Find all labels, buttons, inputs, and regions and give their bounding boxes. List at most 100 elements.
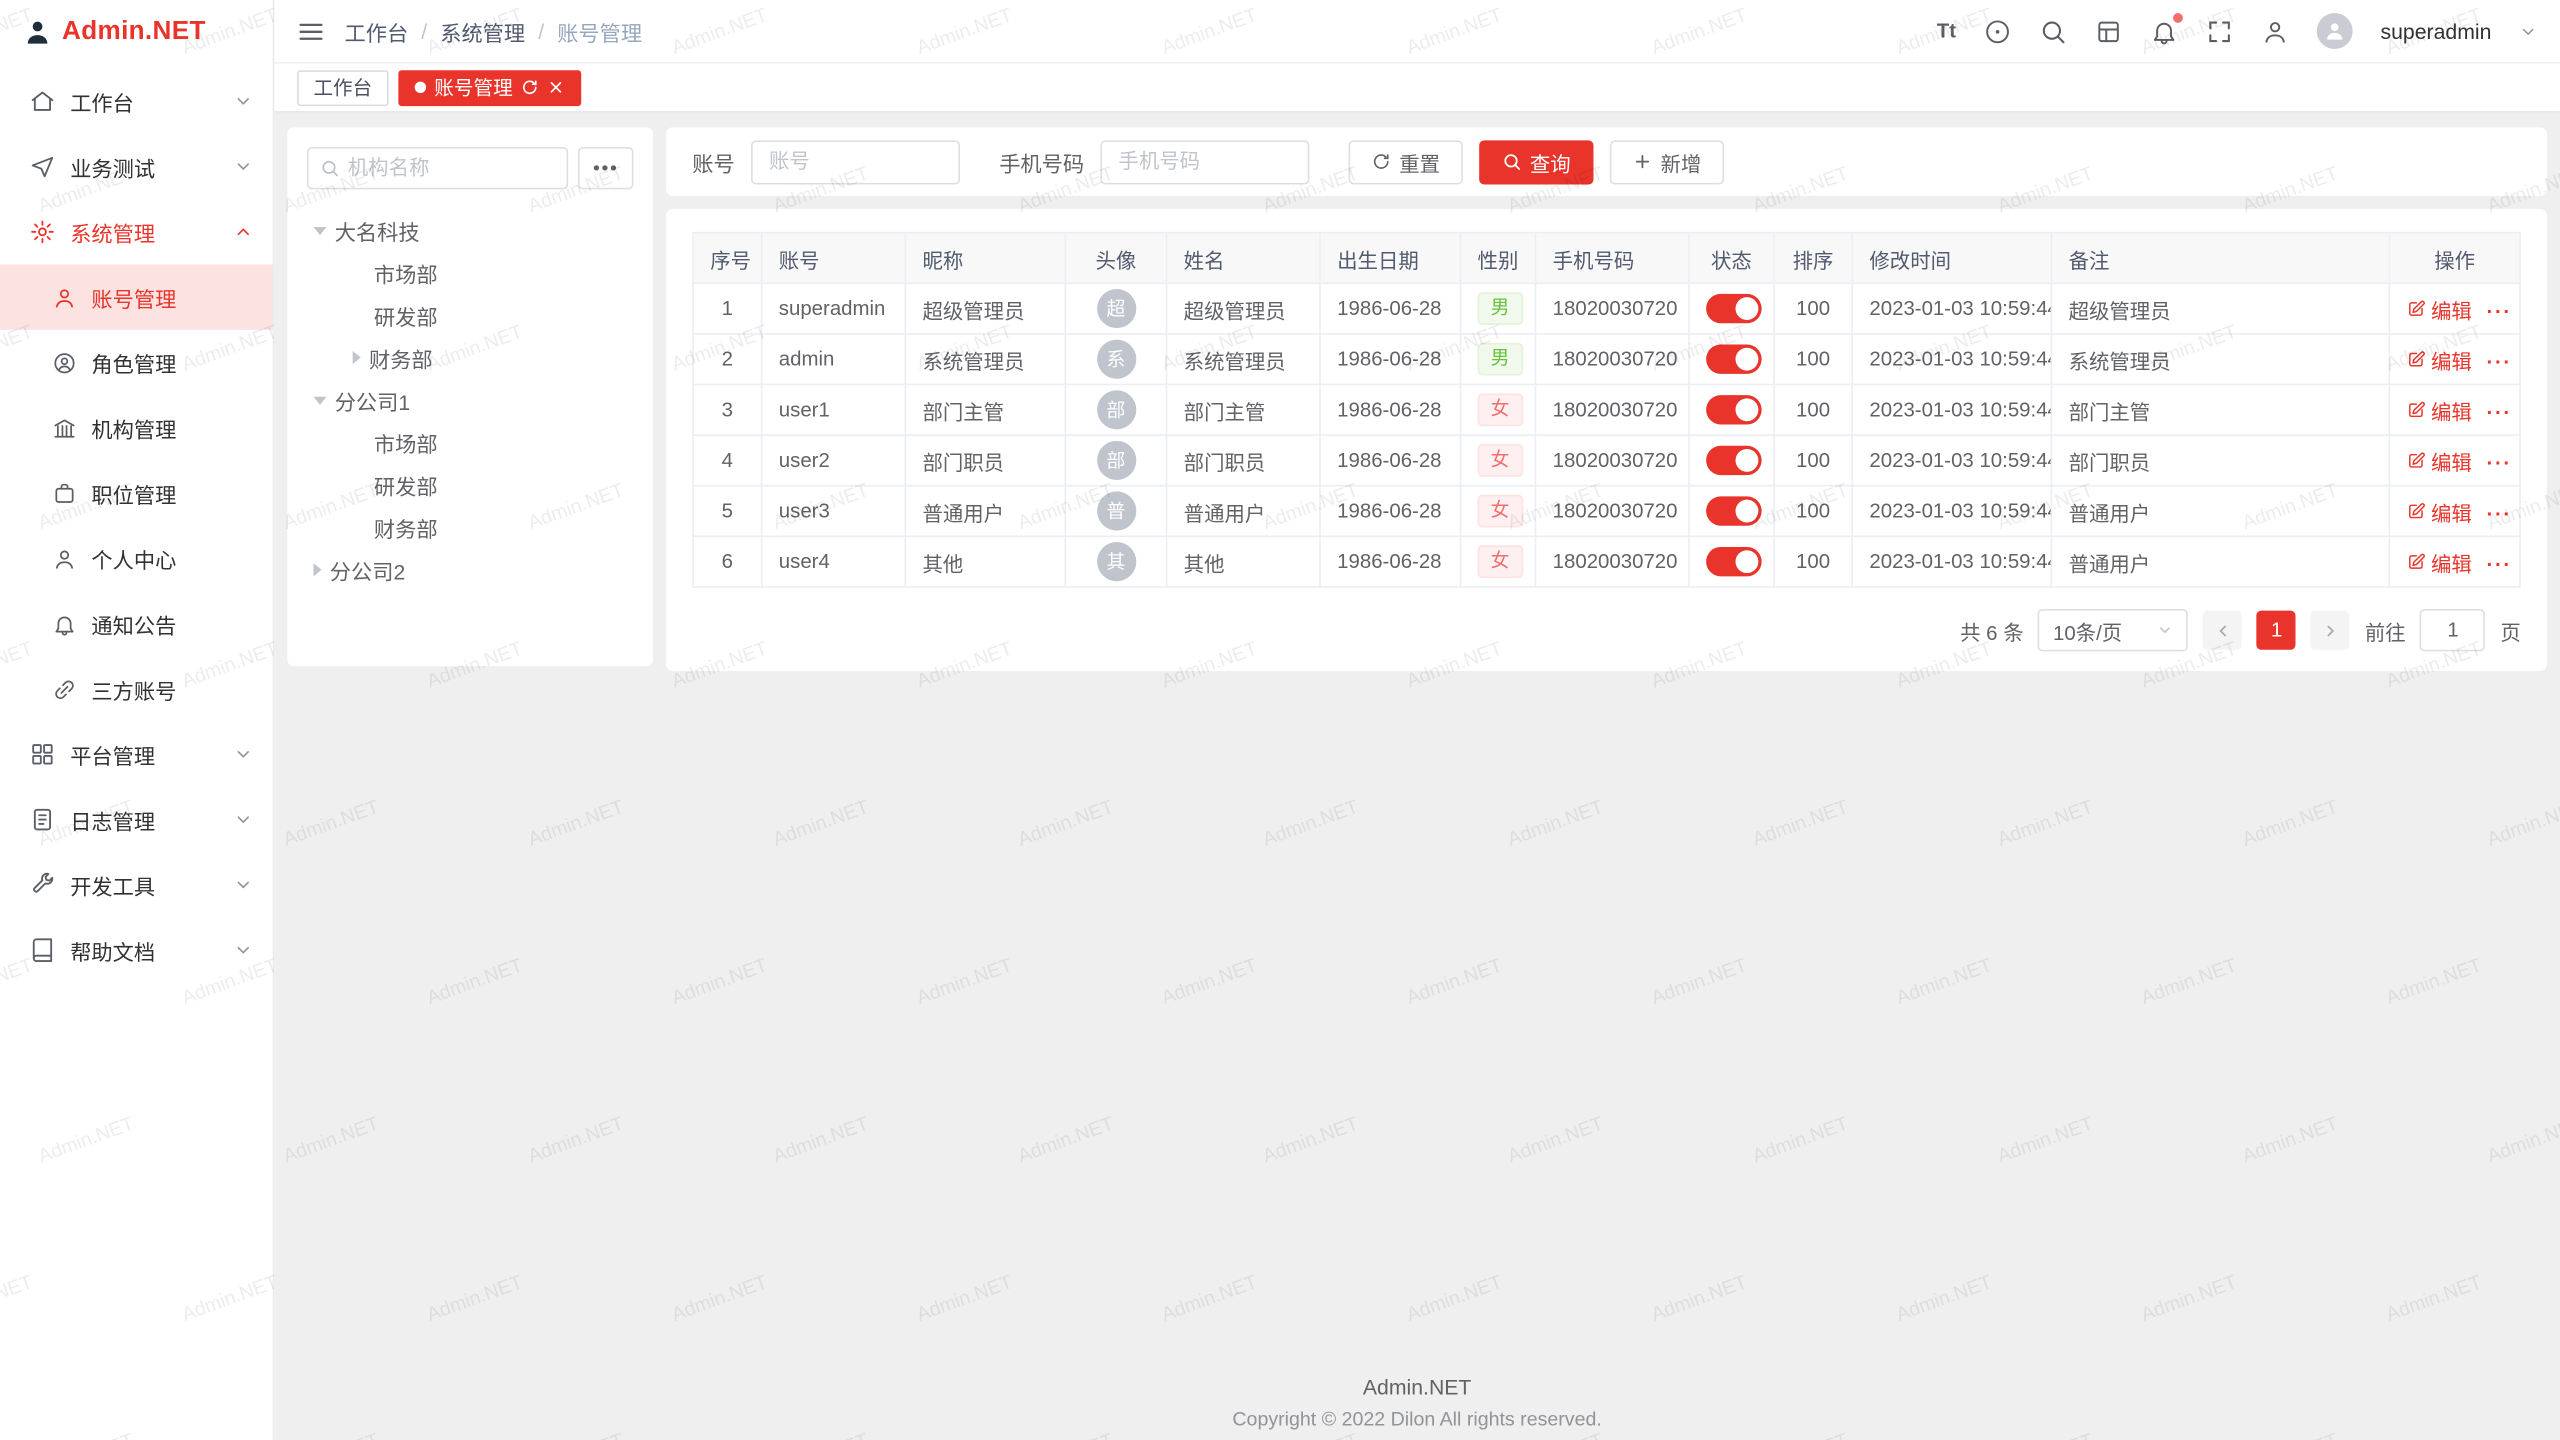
phone-input[interactable] [1100,140,1309,184]
chevron-down-icon[interactable] [2519,22,2537,40]
tree-node-label: 分公司2 [330,554,405,585]
system-submenu: 账号管理 角色管理 机构管理 职位管理 [0,264,273,721]
caret-right-icon[interactable] [353,351,361,364]
status-toggle[interactable] [1706,446,1762,475]
sidebar-item-label: 帮助文档 [70,935,219,966]
caret-right-icon[interactable] [313,563,321,576]
tree-more-button[interactable]: ••• [578,147,634,189]
cell-avatar: 其 [1065,536,1166,587]
cell-nickname: 超级管理员 [905,283,1065,334]
font-size-icon[interactable]: Tt [1937,20,1956,43]
edit-button[interactable]: 编辑 [2407,445,2472,476]
close-icon[interactable] [547,78,565,96]
home-icon [29,88,55,114]
sidebar-item-role-management[interactable]: 角色管理 [0,330,273,395]
account-input[interactable] [751,140,960,184]
chevron-down-icon [233,91,253,111]
reset-button[interactable]: 重置 [1349,140,1463,184]
tree-node[interactable]: 财务部 [307,506,634,548]
tree-node[interactable]: 市场部 [307,421,634,463]
footer-title: Admin.NET [274,1375,2560,1399]
language-icon[interactable] [1984,17,2012,45]
more-actions-button[interactable]: ··· [2487,553,2512,576]
sidebar-item-personal-center[interactable]: 个人中心 [0,526,273,591]
search-icon[interactable] [2039,17,2067,45]
cell-name: 部门职员 [1167,435,1320,486]
col-header-gender: 性别 [1460,233,1535,284]
tab-account-management[interactable]: 账号管理 [398,69,581,105]
tree-node[interactable]: 研发部 [307,294,634,336]
sidebar-item-system-management[interactable]: 系统管理 [0,199,273,264]
notification-bell-icon[interactable] [2150,17,2178,45]
phone-label: 手机号码 [999,146,1084,177]
more-actions-button[interactable]: ··· [2487,452,2512,475]
prev-page-button[interactable] [2203,611,2242,650]
sidebar-item-workbench[interactable]: 工作台 [0,69,273,134]
cell-phone: 18020030720 [1536,486,1689,537]
tree-node[interactable]: 市场部 [307,251,634,293]
breadcrumb-item[interactable]: 工作台 [344,16,408,47]
paper-plane-icon [29,153,55,179]
sidebar-item-business-test[interactable]: 业务测试 [0,134,273,199]
tree-node-label: 财务部 [374,512,438,543]
breadcrumb-item[interactable]: 系统管理 [440,16,525,47]
edit-button[interactable]: 编辑 [2407,293,2472,324]
search-button[interactable]: 查询 [1479,140,1593,184]
tools-icon [29,872,55,898]
cell-gender: 女 [1460,384,1535,435]
col-header-no: 序号 [693,233,762,284]
tree-node[interactable]: 财务部 [307,336,634,378]
more-actions-button[interactable]: ··· [2487,503,2512,526]
sidebar-item-position-management[interactable]: 职位管理 [0,460,273,525]
tab-workbench[interactable]: 工作台 [297,69,388,105]
cell-status [1689,536,1774,587]
sidebar-item-help-docs[interactable]: 帮助文档 [0,918,273,983]
more-actions-button[interactable]: ··· [2487,402,2512,425]
username-text[interactable]: superadmin [2381,19,2492,43]
tree-node[interactable]: 大名科技 [307,209,634,251]
cell-gender: 女 [1460,486,1535,537]
sidebar-item-log-management[interactable]: 日志管理 [0,787,273,852]
more-actions-button[interactable]: ··· [2487,351,2512,374]
caret-down-icon[interactable] [313,226,326,234]
status-toggle[interactable] [1706,547,1762,576]
tree-node[interactable]: 研发部 [307,464,634,506]
goto-page-input[interactable] [2420,609,2485,651]
edit-button[interactable]: 编辑 [2407,496,2472,527]
cell-account: user3 [762,486,906,537]
edit-button[interactable]: 编辑 [2407,344,2472,375]
tree-node[interactable]: 分公司2 [307,549,634,591]
more-actions-button[interactable]: ··· [2487,300,2512,323]
main-area: 工作台 / 系统管理 / 账号管理 Tt [274,0,2560,1440]
edit-button[interactable]: 编辑 [2407,546,2472,577]
sidebar-item-notice-announcement[interactable]: 通知公告 [0,591,273,656]
cell-birthday: 1986-06-28 [1320,384,1460,435]
user-avatar[interactable] [2317,13,2353,49]
edit-button[interactable]: 编辑 [2407,394,2472,425]
status-toggle[interactable] [1706,496,1762,525]
fullscreen-icon[interactable] [2206,17,2234,45]
layout-config-icon[interactable] [2095,17,2123,45]
org-search-input[interactable] [348,157,555,180]
page-size-select[interactable]: 10条/页 [2038,609,2188,651]
app-logo[interactable]: Admin.NET [0,0,273,65]
hamburger-menu-icon[interactable] [297,17,325,45]
sidebar-item-third-party-account[interactable]: 三方账号 [0,656,273,721]
page-number-button[interactable]: 1 [2257,611,2296,650]
tree-node[interactable]: 分公司1 [307,379,634,421]
caret-down-icon[interactable] [313,396,326,404]
right-column: 账号 手机号码 重置 查询 新增 [666,127,2547,671]
next-page-button[interactable] [2311,611,2350,650]
status-toggle[interactable] [1706,294,1762,323]
sidebar-item-platform-management[interactable]: 平台管理 [0,722,273,787]
status-toggle[interactable] [1706,395,1762,424]
refresh-icon[interactable] [521,78,539,96]
status-toggle[interactable] [1706,344,1762,373]
profile-icon[interactable] [2261,17,2289,45]
sidebar-item-org-management[interactable]: 机构管理 [0,395,273,460]
cell-name: 超级管理员 [1167,283,1320,334]
cell-modified: 2023-01-03 10:59:44 [1852,435,2051,486]
sidebar-item-dev-tools[interactable]: 开发工具 [0,852,273,917]
sidebar-item-account-management[interactable]: 账号管理 [0,264,273,329]
add-button[interactable]: 新增 [1610,140,1724,184]
